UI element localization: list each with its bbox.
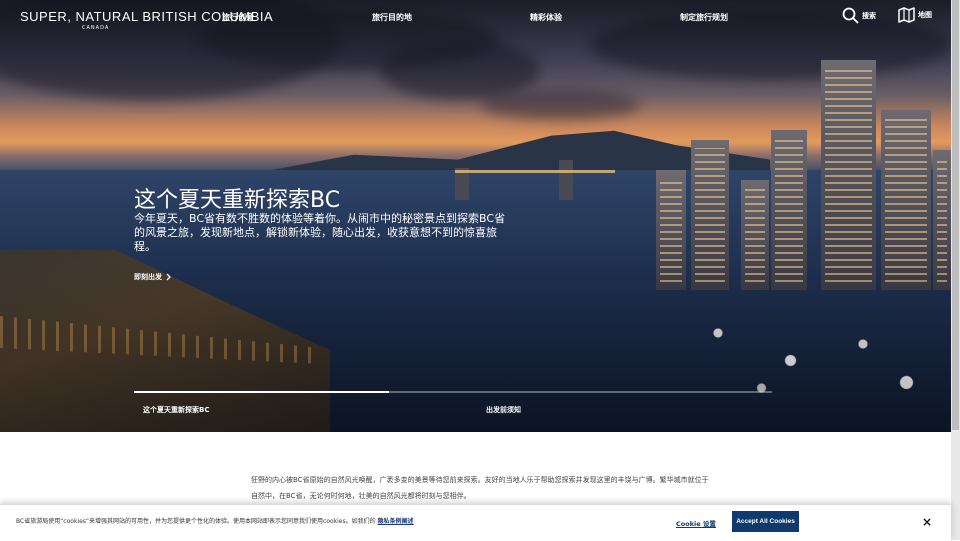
search-icon	[842, 7, 859, 24]
map-label: 地图	[918, 11, 932, 19]
map-button[interactable]: 地图	[898, 7, 932, 23]
hero-title: 这个夏天重新探索BC	[134, 188, 341, 213]
carousel-tab-2[interactable]: 出发前须知	[486, 405, 521, 415]
map-icon	[898, 7, 915, 23]
nav-item-travel-ideas[interactable]: 旅行创意	[222, 12, 254, 23]
page-scrollbar[interactable]	[951, 0, 960, 540]
nav-item-experiences[interactable]: 精彩体验	[530, 12, 562, 23]
nav-item-destinations[interactable]: 旅行目的地	[372, 12, 412, 23]
search-button[interactable]: 搜索	[842, 7, 876, 24]
cookie-notice: BC省旅游局使用“cookies”来增强其网站的可用性，并为您提供更个性化的体验…	[16, 516, 414, 525]
carousel-progress	[134, 391, 772, 393]
hero-cta-link[interactable]: 即刻出发	[134, 272, 172, 282]
hero-description: 今年夏天，BC省有数不胜数的体验等着你。从闹市中的秘密景点到探索BC省的风景之旅…	[134, 212, 506, 253]
search-label: 搜索	[862, 11, 876, 20]
intro-paragraph: 狂野的内心被BC省原始的自然风光唤醒，广袤多变的美景等待您前来探索。友好的当地人…	[251, 476, 709, 500]
close-icon[interactable]: ×	[922, 515, 932, 529]
cookie-settings-button[interactable]: Cookie 设置	[676, 518, 716, 528]
carousel-tab-1[interactable]: 这个夏天重新探索BC	[143, 405, 209, 415]
cookie-notice-text: BC省旅游局使用“cookies”来增强其网站的可用性，并为您提供更个性化的体验…	[16, 518, 376, 525]
privacy-policy-link[interactable]: 隐私条例阐述	[378, 518, 414, 525]
accept-all-cookies-button[interactable]: Accept All Cookies	[732, 511, 799, 532]
scrollbar-thumb[interactable]	[952, 0, 959, 430]
logo-subtext: CANADA	[82, 25, 110, 31]
chevron-right-icon	[166, 273, 171, 281]
nav-item-plan-trip[interactable]: 制定旅行规划	[680, 12, 728, 23]
cookie-banner: BC省旅游局使用“cookies”来增强其网站的可用性，并为您提供更个性化的体验…	[0, 504, 951, 541]
carousel-progress-fill	[134, 391, 390, 393]
hero-cta-label: 即刻出发	[134, 273, 162, 281]
